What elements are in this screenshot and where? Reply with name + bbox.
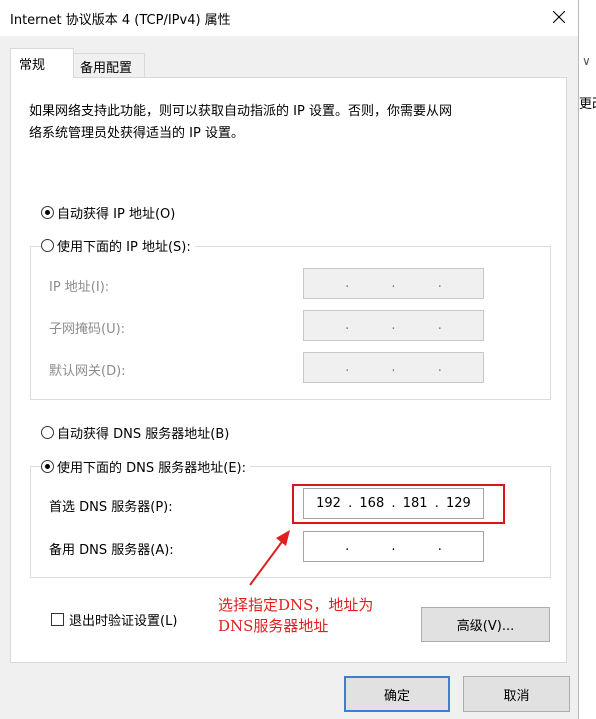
annotation-line-2: DNS服务器地址 [218,617,329,635]
background-window-text: 更改 [579,97,596,112]
annotation-line-1: 选择指定DNS，地址为 [218,596,374,614]
annotation-text: 选择指定DNS，地址为 DNS服务器地址 [218,595,373,637]
chevron-down-icon: ∨ [582,54,591,68]
tab-general[interactable]: 常规 [10,48,74,78]
